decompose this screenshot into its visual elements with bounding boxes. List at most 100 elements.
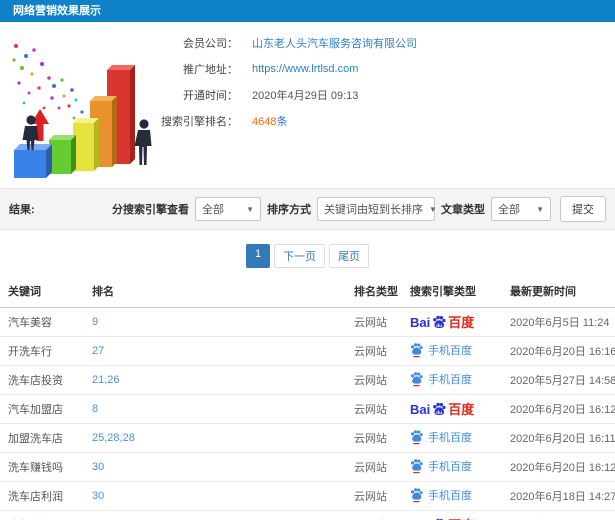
keyword-cell: 加盟洗车店 (0, 423, 84, 453)
engine-rank-value: 4648条 (252, 113, 287, 129)
col-rank-type: 排名类型 (346, 278, 402, 308)
account-info-section: 会员公司： 山东老人头汽车服务咨询有限公司 推广地址： https://www.… (0, 22, 615, 188)
keyword-cell: 开洗车行 (0, 336, 84, 366)
rank-cell: 30 (84, 452, 346, 482)
article-type-select[interactable]: 全部 ▼ (491, 197, 551, 221)
mobile-baidu-logo: 手机百度 (410, 342, 472, 358)
mobile-baidu-paw-icon (410, 487, 423, 502)
bar-chart-illustration (12, 44, 152, 178)
chevron-down-icon: ▼ (536, 204, 544, 214)
rank-type-cell: 云网站 (346, 510, 402, 520)
engine-cell: 手机百度 (402, 452, 502, 482)
engine-cell: Baidu百度 (402, 510, 502, 520)
table-header-row: 关键词 排名 排名类型 搜索引擎类型 最新更新时间 (0, 278, 615, 308)
chevron-down-icon: ▼ (246, 204, 254, 214)
engine-filter-label: 分搜索引擎查看 (112, 204, 189, 216)
mobile-baidu-paw-icon (410, 371, 423, 386)
mobile-baidu-logo: 手机百度 (410, 487, 472, 503)
table-row: 汽车加盟店 8 云网站 Bai du 百度 2020年6月20日 16:12 (0, 394, 615, 424)
keyword-cell: 汽车加盟店 (0, 394, 84, 424)
sort-label: 排序方式 (267, 204, 311, 216)
keyword-cell: 洗车店投资 (0, 365, 84, 395)
chevron-down-icon: ▼ (429, 204, 437, 214)
baidu-logo-text: Bai (410, 315, 431, 330)
table-row: 洗车店投资 21,26 云网站 手机百度 2020年5月27日 14:58 (0, 365, 615, 395)
next-page-button[interactable]: 下一页 (274, 244, 326, 268)
page-1-button[interactable]: 1 (245, 244, 271, 268)
engine-filter-select[interactable]: 全部 ▼ (195, 197, 261, 221)
mobile-baidu-paw-icon (410, 429, 423, 444)
mobile-baidu-logo: 手机百度 (410, 429, 472, 445)
rank-type-cell: 云网站 (346, 452, 402, 482)
rank-type-cell: 云网站 (346, 481, 402, 511)
rank-type-cell: 云网站 (346, 307, 402, 337)
col-rank: 排名 (84, 278, 346, 308)
sort-value: 关键词由短到长排序 (324, 204, 423, 216)
rank-unit: 条 (276, 116, 288, 128)
updated-cell: 2020年5月27日 14:58 (502, 365, 615, 395)
svg-text:du: du (436, 323, 442, 329)
promo-url-link[interactable]: https://www.lrtlsd.com (252, 63, 358, 75)
rank-cell: 21,26 (84, 365, 346, 395)
table-row: 洗车店加盟3云网站Baidu百度2020年6月18日 14:30 (0, 510, 615, 520)
col-keyword: 关键词 (0, 278, 84, 308)
rank-type-cell: 云网站 (346, 423, 402, 453)
keyword-cell: 汽车美容 (0, 307, 84, 337)
businessman-right (134, 119, 152, 165)
mobile-baidu-paw-icon (410, 342, 423, 357)
pagination: 1 下一页 尾页 (0, 244, 615, 268)
filter-controls: 分搜索引擎查看 全部 ▼ 排序方式 关键词由短到长排序 ▼ 文章类型 全部 ▼ … (112, 196, 606, 222)
engine-cell: 手机百度 (402, 365, 502, 395)
updated-cell: 2020年6月18日 14:27 (502, 481, 615, 511)
result-label: 结果: (9, 204, 35, 216)
submit-button[interactable]: 提交 (560, 196, 606, 222)
last-page-button[interactable]: 尾页 (329, 244, 370, 268)
keyword-cell: 洗车店加盟 (0, 510, 84, 520)
page-title: 网络营销效果展示 (0, 0, 615, 22)
baidu-logo-text: Bai (410, 402, 431, 417)
mobile-baidu-label: 手机百度 (428, 460, 472, 473)
marketing-report-page: 网络营销效果展示 会员公司： 山东老人头汽车服务咨询有限公司 推广地址： htt… (0, 0, 615, 520)
rank-cell: 3 (84, 510, 346, 520)
updated-cell: 2020年6月5日 11:24 (502, 307, 615, 337)
mobile-baidu-label: 手机百度 (428, 344, 472, 357)
mobile-baidu-label: 手机百度 (428, 489, 472, 502)
bar-green (49, 135, 76, 174)
mobile-baidu-logo: 手机百度 (410, 458, 472, 474)
col-engine-type: 搜索引擎类型 (402, 278, 502, 308)
confetti-dots (12, 44, 94, 125)
results-table: 关键词 排名 排名类型 搜索引擎类型 最新更新时间 汽车美容 9 云网站 Bai du 百… (0, 278, 615, 520)
article-type-label: 文章类型 (441, 204, 485, 216)
baidu-logo-hanzi: 百度 (448, 402, 475, 417)
rank-type-cell: 云网站 (346, 336, 402, 366)
table-row: 洗车赚钱吗 30 云网站 手机百度 2020年6月20日 16:12 (0, 452, 615, 482)
svg-text:du: du (436, 410, 442, 416)
updated-cell: 2020年6月20日 16:12 (502, 394, 615, 424)
engine-cell: Baidu 百度 (402, 307, 502, 337)
sort-select[interactable]: 关键词由短到长排序 ▼ (317, 197, 437, 221)
engine-cell: Baidu 百度 (402, 394, 502, 424)
engine-filter-value: 全部 (202, 204, 224, 216)
mobile-baidu-paw-icon (410, 458, 423, 473)
engine-cell: 手机百度 (402, 481, 502, 511)
updated-cell: 2020年6月18日 14:30 (502, 510, 615, 520)
engine-cell: 手机百度 (402, 336, 502, 366)
col-updated: 最新更新时间 (502, 278, 615, 308)
article-type-value: 全部 (498, 204, 520, 216)
results-table-body: 汽车美容 9 云网站 Bai du 百度 2020年6月5日 11:24 开洗车行 27 云网站手… (0, 307, 615, 520)
baidu-logo: Baidu 百度 (410, 401, 474, 417)
rank-type-cell: 云网站 (346, 394, 402, 424)
table-row: 汽车美容 9 云网站 Bai du 百度 2020年6月5日 11:24 (0, 307, 615, 337)
baidu-logo-hanzi: 百度 (448, 315, 475, 330)
keyword-cell: 洗车赚钱吗 (0, 452, 84, 482)
filter-bar: 结果: 分搜索引擎查看 全部 ▼ 排序方式 关键词由短到长排序 ▼ 文章类型 全… (0, 188, 615, 230)
updated-cell: 2020年6月20日 16:16 (502, 336, 615, 366)
keyword-cell: 洗车店利润 (0, 481, 84, 511)
table-row: 开洗车行 27 云网站 手机百度 2020年6月20日 16:16 (0, 336, 615, 366)
baidu-paw-icon: du (433, 402, 446, 416)
updated-cell: 2020年6月20日 16:12 (502, 452, 615, 482)
baidu-paw-icon: du (433, 315, 446, 329)
company-link[interactable]: 山东老人头汽车服务咨询有限公司 (252, 35, 417, 51)
open-time-value: 2020年4月29日 09:13 (252, 90, 359, 102)
engine-cell: 手机百度 (402, 423, 502, 453)
